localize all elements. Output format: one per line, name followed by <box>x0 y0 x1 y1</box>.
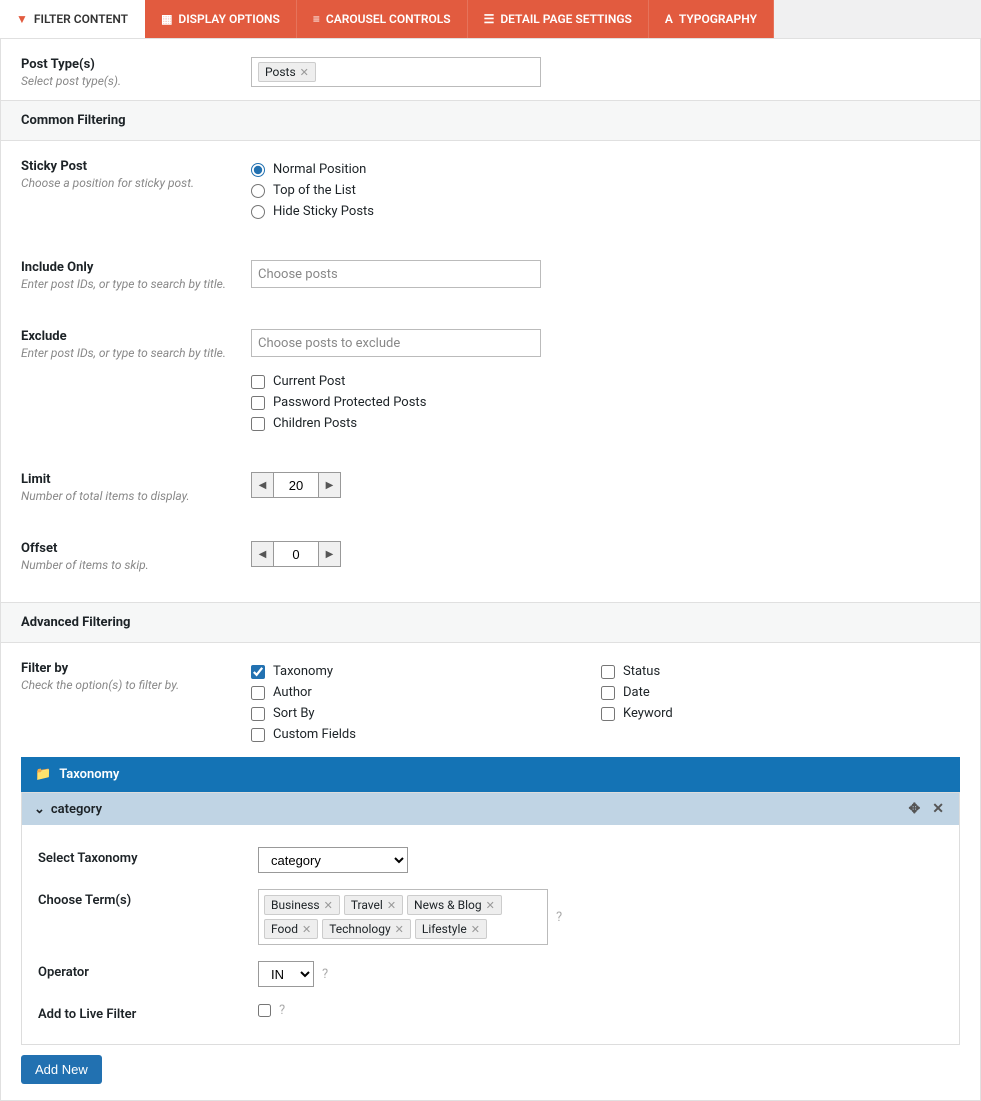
offset-row: Offset Number of items to skip. ◀ ▶ <box>1 515 980 602</box>
move-icon[interactable]: ✥ <box>906 801 924 817</box>
tab-carousel-controls[interactable]: ≡ CAROUSEL CONTROLS <box>297 0 468 38</box>
delete-icon[interactable]: ✕ <box>929 801 947 817</box>
page-icon: ☰ <box>484 12 495 26</box>
tab-display-options[interactable]: ▦ DISPLAY OPTIONS <box>145 0 297 38</box>
post-type-input[interactable]: Posts✕ <box>251 57 541 87</box>
post-type-desc: Select post type(s). <box>21 74 251 88</box>
filterby-taxonomy[interactable]: Taxonomy <box>251 661 601 682</box>
filterby-status[interactable]: Status <box>601 661 951 682</box>
offset-decrement[interactable]: ◀ <box>252 542 274 566</box>
post-type-row: Post Type(s) Select post type(s). Posts✕ <box>1 39 980 100</box>
help-icon[interactable]: ? <box>556 910 562 925</box>
filterby-sortby[interactable]: Sort By <box>251 703 601 724</box>
tab-typography[interactable]: A TYPOGRAPHY <box>649 0 774 38</box>
filter-by-row: Filter by Check the option(s) to filter … <box>1 643 980 757</box>
choose-terms-row: Choose Term(s) Business✕ Travel✕ News & … <box>38 881 943 953</box>
post-type-label: Post Type(s) <box>21 57 251 72</box>
folder-icon: 📁 <box>35 767 51 782</box>
offset-input[interactable] <box>274 542 318 566</box>
help-icon[interactable]: ? <box>322 967 328 982</box>
taxonomy-select[interactable]: category <box>258 847 408 873</box>
remove-term-icon[interactable]: ✕ <box>302 923 311 936</box>
tab-filter-content[interactable]: ▼ FILTER CONTENT <box>0 0 145 38</box>
remove-token-icon[interactable]: ✕ <box>300 66 309 79</box>
limit-row: Limit Number of total items to display. … <box>1 446 980 515</box>
font-icon: A <box>665 12 673 26</box>
offset-increment[interactable]: ▶ <box>318 542 340 566</box>
exclude-children[interactable]: Children Posts <box>251 413 960 434</box>
grid-icon: ▦ <box>161 12 172 26</box>
operator-row: Operator IN ? <box>38 953 943 995</box>
settings-panel: Post Type(s) Select post type(s). Posts✕… <box>0 38 981 1101</box>
include-input[interactable]: Choose posts <box>251 260 541 288</box>
sticky-top[interactable]: Top of the List <box>251 180 960 201</box>
sticky-hide[interactable]: Hide Sticky Posts <box>251 201 960 222</box>
section-common-filtering: Common Filtering <box>1 100 980 141</box>
section-advanced-filtering: Advanced Filtering <box>1 602 980 643</box>
offset-spinner: ◀ ▶ <box>251 541 341 567</box>
tab-detail-page[interactable]: ☰ DETAIL PAGE SETTINGS <box>468 0 649 38</box>
taxonomy-section-bar: 📁 Taxonomy <box>21 757 960 792</box>
add-new-button[interactable]: Add New <box>21 1055 102 1084</box>
category-item-header[interactable]: ⌄ category ✥ ✕ <box>22 793 959 825</box>
exclude-input[interactable]: Choose posts to exclude <box>251 329 541 357</box>
live-filter-row: Add to Live Filter ? <box>38 995 943 1030</box>
limit-decrement[interactable]: ◀ <box>252 473 274 497</box>
remove-term-icon[interactable]: ✕ <box>471 923 480 936</box>
filter-icon: ▼ <box>16 12 28 26</box>
remove-term-icon[interactable]: ✕ <box>387 899 396 912</box>
remove-term-icon[interactable]: ✕ <box>324 899 333 912</box>
exclude-row: Exclude Enter post IDs, or type to searc… <box>1 303 980 446</box>
exclude-current[interactable]: Current Post <box>251 371 960 392</box>
remove-term-icon[interactable]: ✕ <box>395 923 404 936</box>
live-filter-checkbox[interactable] <box>258 1004 271 1017</box>
tab-bar: ▼ FILTER CONTENT ▦ DISPLAY OPTIONS ≡ CAR… <box>0 0 981 38</box>
limit-increment[interactable]: ▶ <box>318 473 340 497</box>
exclude-password[interactable]: Password Protected Posts <box>251 392 960 413</box>
terms-input[interactable]: Business✕ Travel✕ News & Blog✕ Food✕ Tec… <box>258 889 548 945</box>
filterby-keyword[interactable]: Keyword <box>601 703 951 724</box>
sliders-icon: ≡ <box>313 12 320 26</box>
sticky-radio-group: Normal Position Top of the List Hide Sti… <box>251 159 960 222</box>
operator-select[interactable]: IN <box>258 961 314 987</box>
sticky-normal[interactable]: Normal Position <box>251 159 960 180</box>
filterby-customfields[interactable]: Custom Fields <box>251 724 601 745</box>
include-row: Include Only Enter post IDs, or type to … <box>1 234 980 303</box>
taxonomy-repeater: ⌄ category ✥ ✕ Select Taxonomy category … <box>21 792 960 1045</box>
sticky-post-row: Sticky Post Choose a position for sticky… <box>1 141 980 234</box>
help-icon[interactable]: ? <box>279 1003 285 1018</box>
limit-spinner: ◀ ▶ <box>251 472 341 498</box>
filterby-date[interactable]: Date <box>601 682 951 703</box>
chevron-down-icon: ⌄ <box>34 802 45 817</box>
filterby-author[interactable]: Author <box>251 682 601 703</box>
post-type-token: Posts✕ <box>258 62 316 82</box>
limit-input[interactable] <box>274 473 318 497</box>
remove-term-icon[interactable]: ✕ <box>486 899 495 912</box>
select-taxonomy-row: Select Taxonomy category <box>38 839 943 881</box>
